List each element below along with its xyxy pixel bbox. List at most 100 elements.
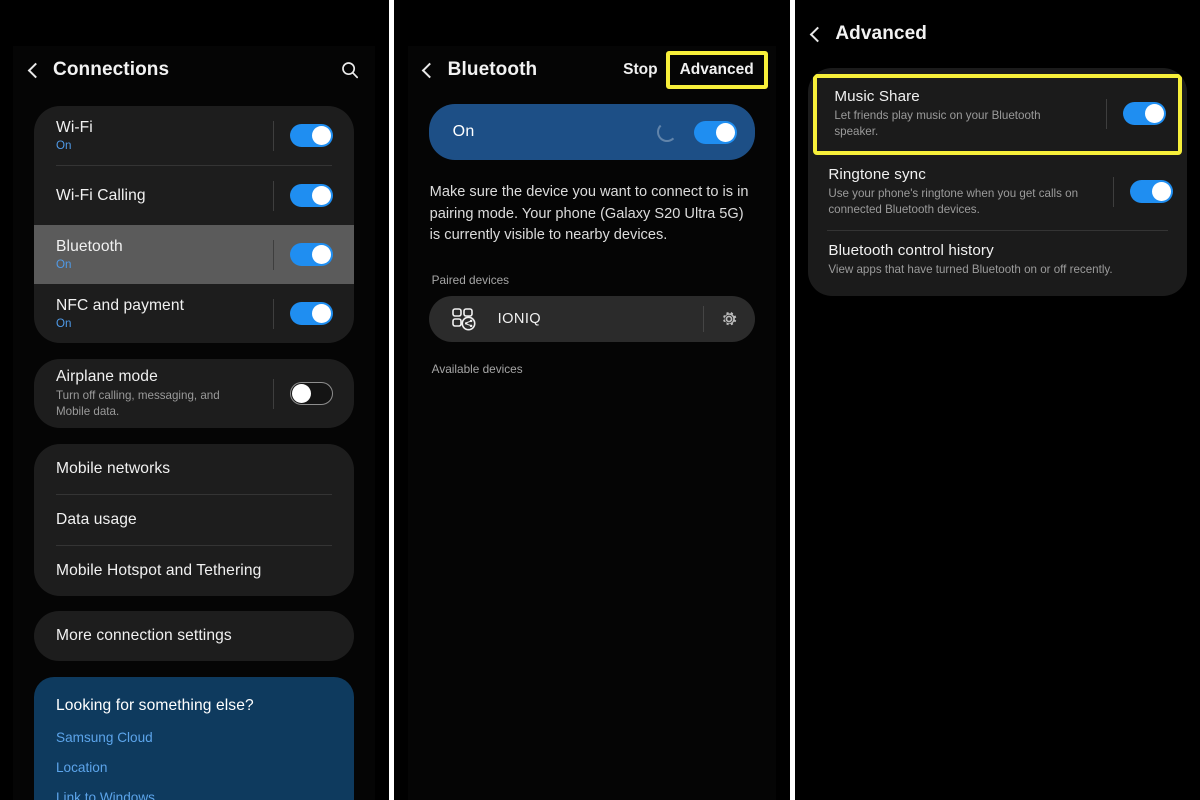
- row-texts: Wi-Fi On: [56, 110, 257, 161]
- page-title: Advanced: [835, 23, 927, 44]
- three-panel-screenshot: Connections Wi-Fi On Wi-Fi Calling Bluet…: [0, 0, 1200, 800]
- row-mobile-networks[interactable]: Mobile networks: [34, 444, 354, 494]
- row-bluetooth-control-history[interactable]: Bluetooth control history View apps that…: [808, 231, 1187, 296]
- row-wifi-calling[interactable]: Wi-Fi Calling: [34, 166, 354, 225]
- connections-primary-card: Wi-Fi On Wi-Fi Calling Bluetooth On NFC …: [34, 106, 354, 343]
- panel-bluetooth: Bluetooth Stop Advanced On Make sure the…: [393, 0, 791, 800]
- row-subtitle: Turn off calling, messaging, and Mobile …: [56, 389, 220, 418]
- toggle-knob: [312, 126, 331, 145]
- promo-link-link-to-windows[interactable]: Link to Windows: [56, 790, 332, 800]
- wifi-toggle[interactable]: [290, 124, 333, 147]
- stop-button[interactable]: Stop: [615, 61, 665, 79]
- toggle-wrap: [1090, 98, 1167, 129]
- chevron-left-icon: [27, 62, 43, 78]
- toggle-knob: [715, 122, 735, 142]
- chevron-left-icon: [421, 62, 438, 78]
- bluetooth-master-toggle[interactable]: [693, 120, 737, 144]
- toggle-knob: [312, 186, 331, 205]
- row-title: Bluetooth control history: [828, 241, 994, 259]
- banner-label: On: [452, 123, 475, 140]
- status-bar-area: [407, 12, 776, 46]
- panel-advanced: Advanced Music Share Let friends play mu…: [795, 0, 1200, 800]
- paired-devices-label: Paired devices: [431, 272, 510, 287]
- row-texts: Ringtone sync Use your phone's ringtone …: [828, 166, 1097, 218]
- back-button[interactable]: [408, 62, 448, 78]
- row-texts: Airplane mode Turn off calling, messagin…: [56, 359, 257, 428]
- phone-screen-2: Bluetooth Stop Advanced On Make sure the…: [407, 12, 776, 800]
- chevron-left-icon: [809, 26, 826, 42]
- gear-icon[interactable]: [719, 309, 739, 329]
- row-texts: Data usage: [56, 502, 333, 538]
- advanced-button[interactable]: Advanced: [665, 50, 768, 90]
- nfc-toggle[interactable]: [290, 302, 333, 325]
- looking-for-something-else-card: Looking for something else? Samsung Clou…: [34, 677, 354, 800]
- row-texts: Wi-Fi Calling: [56, 178, 257, 214]
- network-settings-card: Mobile networks Data usage Mobile Hotspo…: [34, 444, 354, 597]
- row-texts: Bluetooth On: [56, 229, 257, 280]
- bluetooth-on-banner: On: [428, 104, 755, 160]
- phone-screen-3: Advanced Music Share Let friends play mu…: [795, 0, 1200, 800]
- back-button[interactable]: [795, 26, 835, 42]
- row-ringtone-sync[interactable]: Ringtone sync Use your phone's ringtone …: [808, 155, 1187, 230]
- row-texts: NFC and payment On: [56, 288, 257, 339]
- row-bluetooth[interactable]: Bluetooth On: [34, 225, 354, 284]
- row-title: NFC and payment: [56, 297, 185, 314]
- toggle-knob: [1145, 104, 1165, 124]
- toggle-divider: [273, 239, 274, 270]
- row-airplane-mode[interactable]: Airplane mode Turn off calling, messagin…: [34, 359, 354, 428]
- airplane-mode-card: Airplane mode Turn off calling, messagin…: [34, 359, 354, 429]
- bluetooth-toggle[interactable]: [290, 243, 333, 266]
- row-wifi[interactable]: Wi-Fi On: [34, 106, 354, 165]
- status-bar-area: [13, 12, 375, 46]
- toggle-wrap: [1097, 176, 1174, 207]
- page-title: Connections: [53, 59, 170, 80]
- row-subtitle: Use your phone's ringtone when you get c…: [828, 186, 1079, 216]
- toggle-wrap: [257, 120, 333, 151]
- available-devices-label: Available devices: [431, 361, 523, 376]
- row-status: On: [56, 317, 72, 330]
- row-subtitle: Let friends play music on your Bluetooth…: [834, 109, 1041, 138]
- toggle-divider: [273, 180, 274, 211]
- header-bluetooth: Bluetooth Stop Advanced: [408, 42, 776, 98]
- phone-screen-1: Connections Wi-Fi On Wi-Fi Calling Bluet…: [13, 12, 375, 800]
- toggle-knob: [1152, 182, 1172, 202]
- promo-link-location[interactable]: Location: [56, 760, 332, 775]
- back-button[interactable]: [13, 62, 53, 78]
- row-more-connection-settings[interactable]: More connection settings: [34, 611, 354, 661]
- page-title: Bluetooth: [447, 59, 538, 80]
- airplane-mode-toggle[interactable]: [290, 382, 333, 406]
- wifi-calling-toggle[interactable]: [290, 184, 333, 207]
- toggle-knob: [292, 383, 311, 403]
- more-settings-card: More connection settings: [34, 611, 354, 662]
- search-icon[interactable]: [331, 51, 369, 89]
- row-mobile-hotspot-and-tethering[interactable]: Mobile Hotspot and Tethering: [34, 546, 354, 596]
- row-nfc-and-payment[interactable]: NFC and payment On: [34, 284, 354, 343]
- music-share-highlight: Music Share Let friends play music on yo…: [813, 74, 1183, 155]
- row-subtitle: View apps that have turned Bluetooth on …: [828, 262, 1113, 276]
- row-status: On: [56, 139, 72, 152]
- row-texts: Music Share Let friends play music on yo…: [834, 88, 1090, 140]
- row-title: Airplane mode: [56, 368, 158, 385]
- paired-device-row[interactable]: IONIQ: [428, 295, 755, 342]
- row-title: Mobile Hotspot and Tethering: [56, 562, 262, 580]
- header-advanced: Advanced: [795, 6, 1200, 62]
- advanced-options-card: Music Share Let friends play music on yo…: [808, 68, 1188, 296]
- row-data-usage[interactable]: Data usage: [34, 495, 354, 545]
- toggle-wrap: [257, 239, 333, 270]
- toggle-divider: [273, 378, 274, 409]
- ringtone-sync-toggle[interactable]: [1130, 180, 1174, 204]
- promo-link-samsung-cloud[interactable]: Samsung Cloud: [56, 730, 332, 745]
- row-status: On: [56, 258, 72, 271]
- toggle-wrap: [257, 298, 333, 329]
- row-title: More connection settings: [56, 627, 232, 645]
- toggle-knob: [312, 245, 331, 264]
- toggle-wrap: [257, 180, 333, 211]
- row-music-share[interactable]: Music Share Let friends play music on yo…: [817, 78, 1178, 151]
- toggle-divider: [273, 298, 274, 329]
- row-title: Wi-Fi: [56, 119, 93, 136]
- device-divider: [702, 305, 704, 332]
- music-share-toggle[interactable]: [1123, 102, 1167, 126]
- row-title: Ringtone sync: [828, 165, 926, 183]
- row-texts: Mobile Hotspot and Tethering: [56, 553, 333, 589]
- row-texts: More connection settings: [56, 618, 333, 654]
